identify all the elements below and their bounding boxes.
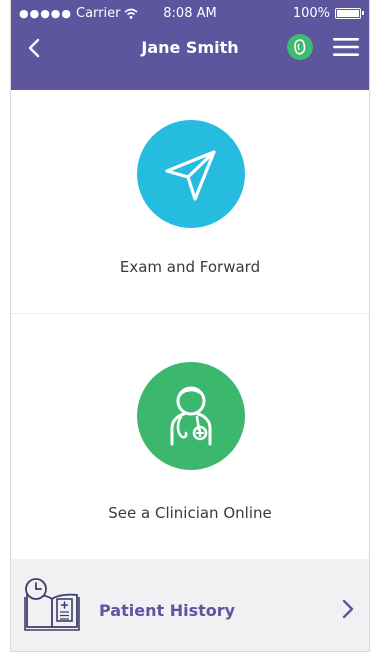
phone-screen: ●●●●● Carrier 8:08 AM 100% Jane Smith Ex… xyxy=(10,0,370,652)
patient-history-row[interactable]: Patient History xyxy=(11,559,369,651)
see-a-clinician-option[interactable]: See a Clinician Online xyxy=(11,313,369,560)
chevron-right-icon[interactable] xyxy=(341,599,355,619)
patient-history-label: Patient History xyxy=(99,601,236,620)
status-bar: ●●●●● Carrier 8:08 AM 100% xyxy=(11,0,369,26)
exam-and-forward-option[interactable]: Exam and Forward xyxy=(11,90,369,312)
top-bar: ●●●●● Carrier 8:08 AM 100% Jane Smith xyxy=(11,0,369,90)
exam-and-forward-label: Exam and Forward xyxy=(119,258,261,276)
patient-history-icon xyxy=(24,578,80,631)
send-icon xyxy=(137,120,245,228)
battery-icon xyxy=(335,8,364,19)
hamburger-menu-icon[interactable] xyxy=(333,37,359,57)
clinician-icon xyxy=(137,362,245,470)
nav-bar: Jane Smith xyxy=(11,28,369,68)
battery-percent: 100% xyxy=(292,6,330,21)
status-right: 100% xyxy=(292,6,364,21)
availability-status-icon[interactable] xyxy=(287,34,313,60)
patient-name: Jane Smith xyxy=(141,38,239,57)
see-a-clinician-label: See a Clinician Online xyxy=(108,504,272,522)
